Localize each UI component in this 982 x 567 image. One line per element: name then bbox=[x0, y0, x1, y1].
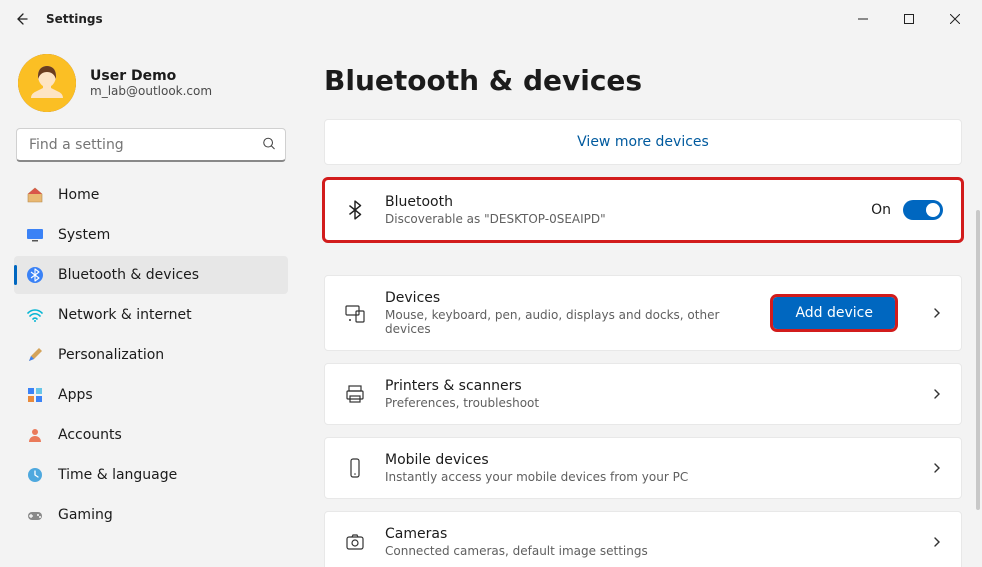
toggle-state-label: On bbox=[871, 202, 891, 218]
nav-label: Apps bbox=[58, 387, 93, 403]
nav-item-network[interactable]: Network & internet bbox=[14, 296, 288, 334]
mobile-title: Mobile devices bbox=[385, 452, 913, 468]
cameras-card[interactable]: Cameras Connected cameras, default image… bbox=[324, 511, 962, 567]
cameras-title: Cameras bbox=[385, 526, 913, 542]
back-button[interactable] bbox=[4, 1, 40, 37]
search-box bbox=[16, 128, 286, 162]
scrollbar[interactable] bbox=[976, 210, 980, 510]
home-icon bbox=[26, 186, 44, 204]
nav-label: Home bbox=[58, 187, 99, 203]
chevron-right-icon bbox=[931, 459, 943, 478]
devices-card[interactable]: Devices Mouse, keyboard, pen, audio, dis… bbox=[324, 275, 962, 351]
nav-item-accounts[interactable]: Accounts bbox=[14, 416, 288, 454]
printers-card[interactable]: Printers & scanners Preferences, trouble… bbox=[324, 363, 962, 425]
camera-icon bbox=[343, 531, 367, 553]
minimize-icon bbox=[858, 14, 868, 24]
bluetooth-toggle-card[interactable]: Bluetooth Discoverable as "DESKTOP-0SEAI… bbox=[324, 179, 962, 241]
close-icon bbox=[950, 14, 960, 24]
avatar bbox=[18, 54, 76, 112]
devices-subtitle: Mouse, keyboard, pen, audio, displays an… bbox=[385, 308, 755, 336]
view-more-devices-link[interactable]: View more devices bbox=[324, 119, 962, 165]
nav-label: Time & language bbox=[58, 467, 177, 483]
nav-item-bluetooth[interactable]: Bluetooth & devices bbox=[14, 256, 288, 294]
profile-block[interactable]: User Demo m_lab@outlook.com bbox=[18, 54, 284, 112]
mobile-devices-card[interactable]: Mobile devices Instantly access your mob… bbox=[324, 437, 962, 499]
brush-icon bbox=[26, 346, 44, 364]
nav-item-personalization[interactable]: Personalization bbox=[14, 336, 288, 374]
arrow-left-icon bbox=[14, 11, 30, 27]
nav-item-time[interactable]: Time & language bbox=[14, 456, 288, 494]
minimize-button[interactable] bbox=[840, 3, 886, 35]
nav-label: Bluetooth & devices bbox=[58, 267, 199, 283]
phone-icon bbox=[343, 457, 367, 479]
window-title: Settings bbox=[46, 12, 103, 26]
main-content: Bluetooth & devices View more devices Bl… bbox=[300, 38, 982, 567]
devices-title: Devices bbox=[385, 290, 755, 306]
chevron-right-icon bbox=[931, 533, 943, 552]
devices-icon bbox=[343, 302, 367, 324]
nav-item-apps[interactable]: Apps bbox=[14, 376, 288, 414]
nav-label: Network & internet bbox=[58, 307, 192, 323]
chevron-right-icon bbox=[931, 304, 943, 323]
mobile-subtitle: Instantly access your mobile devices fro… bbox=[385, 470, 913, 484]
bluetooth-icon bbox=[26, 266, 44, 284]
maximize-button[interactable] bbox=[886, 3, 932, 35]
search-input[interactable] bbox=[16, 128, 286, 162]
globe-clock-icon bbox=[26, 466, 44, 484]
apps-icon bbox=[26, 386, 44, 404]
bluetooth-toggle[interactable] bbox=[903, 200, 943, 220]
profile-name: User Demo bbox=[90, 68, 212, 84]
nav-label: System bbox=[58, 227, 110, 243]
person-icon bbox=[26, 426, 44, 444]
titlebar: Settings bbox=[0, 0, 982, 38]
nav-label: Gaming bbox=[58, 507, 113, 523]
window-controls bbox=[840, 3, 978, 35]
bluetooth-title: Bluetooth bbox=[385, 194, 853, 210]
cameras-subtitle: Connected cameras, default image setting… bbox=[385, 544, 913, 558]
system-icon bbox=[26, 226, 44, 244]
page-title: Bluetooth & devices bbox=[324, 64, 962, 97]
view-more-label: View more devices bbox=[577, 134, 709, 150]
bluetooth-subtitle: Discoverable as "DESKTOP-0SEAIPD" bbox=[385, 212, 853, 226]
gamepad-icon bbox=[26, 506, 44, 524]
chevron-right-icon bbox=[931, 385, 943, 404]
maximize-icon bbox=[904, 14, 914, 24]
printers-subtitle: Preferences, troubleshoot bbox=[385, 396, 913, 410]
nav-item-home[interactable]: Home bbox=[14, 176, 288, 214]
search-icon bbox=[262, 136, 276, 155]
printer-icon bbox=[343, 383, 367, 405]
nav-label: Personalization bbox=[58, 347, 164, 363]
add-device-button[interactable]: Add device bbox=[773, 297, 895, 329]
printers-title: Printers & scanners bbox=[385, 378, 913, 394]
nav-item-gaming[interactable]: Gaming bbox=[14, 496, 288, 534]
nav-item-system[interactable]: System bbox=[14, 216, 288, 254]
profile-email: m_lab@outlook.com bbox=[90, 84, 212, 98]
wifi-icon bbox=[26, 306, 44, 324]
bluetooth-icon bbox=[343, 200, 367, 220]
nav-list: Home System Bluetooth & devices Network … bbox=[14, 176, 288, 534]
sidebar: User Demo m_lab@outlook.com Home System … bbox=[0, 38, 300, 567]
close-button[interactable] bbox=[932, 3, 978, 35]
nav-label: Accounts bbox=[58, 427, 122, 443]
